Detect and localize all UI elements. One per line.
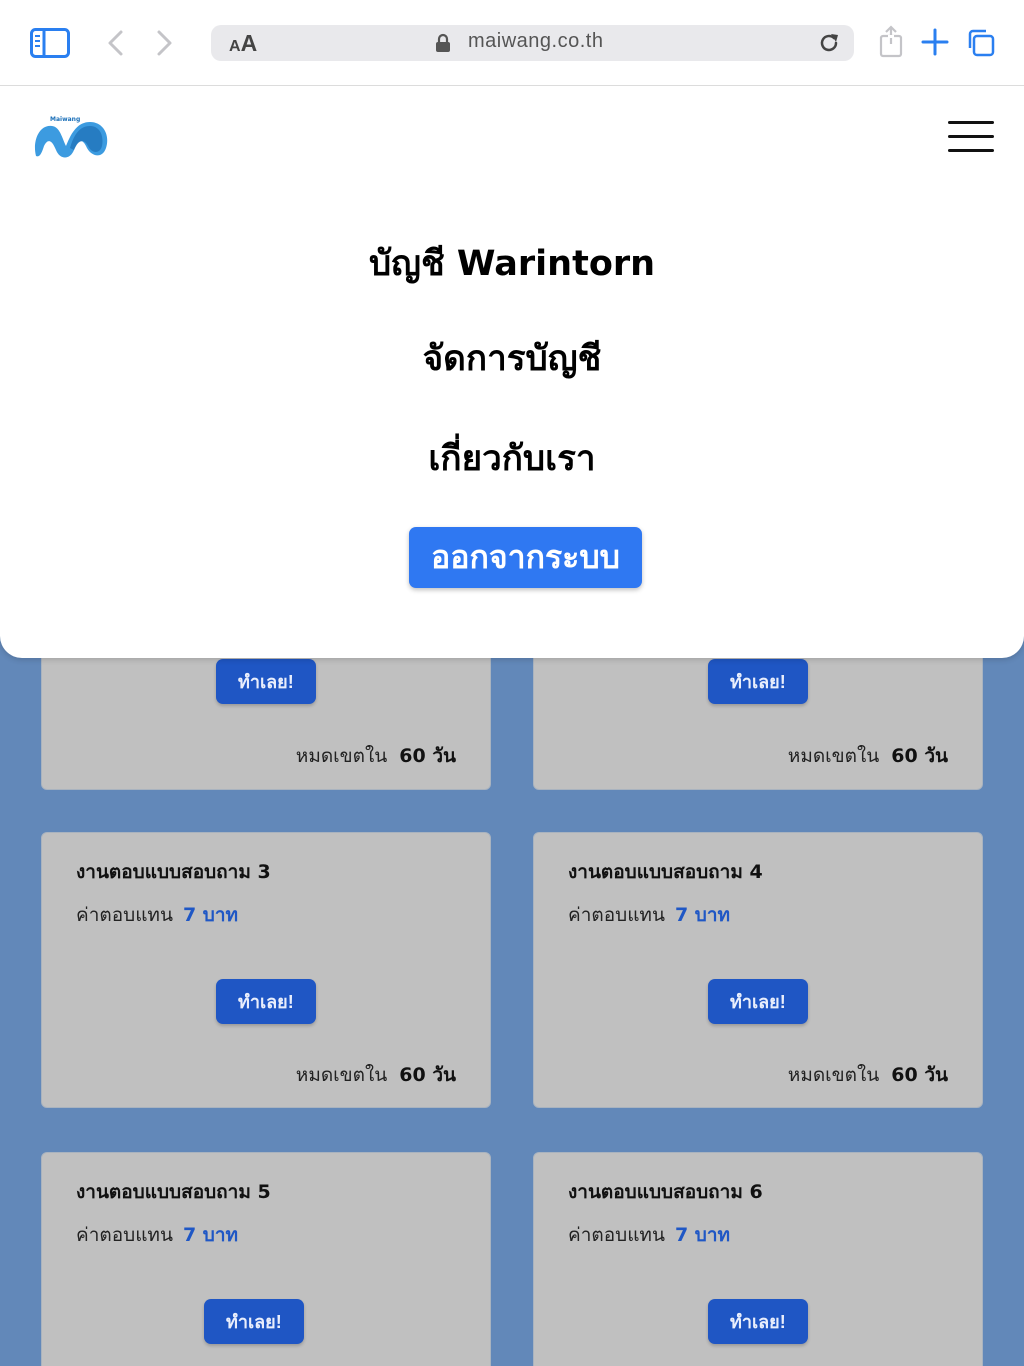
card-title: งานตอบแบบสอบถาม 3 bbox=[76, 861, 271, 883]
survey-card: งานตอบแบบสอบถาม 6 ค่าตอบแทน 7 บาท ทำเลย! bbox=[533, 1152, 983, 1366]
forward-icon[interactable] bbox=[152, 26, 176, 60]
expire-text: หมดเขตใน 60 วัน bbox=[295, 1064, 456, 1086]
do-now-button[interactable]: ทำเลย! bbox=[216, 659, 316, 704]
address-bar[interactable]: AA maiwang.co.th bbox=[211, 25, 854, 61]
expire-text: หมดเขตใน 60 วัน bbox=[787, 745, 948, 767]
card-title: งานตอบแบบสอบถาม 5 bbox=[76, 1181, 271, 1203]
share-icon[interactable] bbox=[877, 24, 905, 60]
reward-text: ค่าตอบแทน 7 บาท bbox=[76, 904, 239, 926]
new-tab-icon[interactable] bbox=[920, 26, 950, 58]
survey-card: งานตอบแบบสอบถาม 5 ค่าตอบแทน 7 บาท ทำเลย! bbox=[41, 1152, 491, 1366]
sidebar-toggle-icon[interactable] bbox=[30, 28, 70, 58]
menu-item-about-us[interactable]: เกี่ยวกับเรา bbox=[0, 431, 1024, 486]
do-now-button[interactable]: ทำเลย! bbox=[708, 979, 808, 1024]
menu-item-manage-account[interactable]: จัดการบัญชี bbox=[0, 331, 1024, 386]
card-title: งานตอบแบบสอบถาม 6 bbox=[568, 1181, 763, 1203]
survey-card: งานตอบแบบสอบถาม 4 ค่าตอบแทน 7 บาท ทำเลย! … bbox=[533, 832, 983, 1108]
nav-menu-panel: Maiwang บัญชี Warintorn จัดการบัญชี เกี่… bbox=[0, 86, 1024, 658]
url-text: maiwang.co.th bbox=[468, 30, 604, 52]
do-now-button[interactable]: ทำเลย! bbox=[216, 979, 316, 1024]
hamburger-menu-icon[interactable] bbox=[948, 121, 996, 155]
menu-item-account[interactable]: บัญชี Warintorn bbox=[0, 236, 1024, 291]
tab-overview-icon[interactable] bbox=[966, 28, 996, 58]
survey-card: งานตอบแบบสอบถาม 3 ค่าตอบแทน 7 บาท ทำเลย! … bbox=[41, 832, 491, 1108]
do-now-button[interactable]: ทำเลย! bbox=[708, 1299, 808, 1344]
card-title: งานตอบแบบสอบถาม 4 bbox=[568, 861, 763, 883]
expire-text: หมดเขตใน 60 วัน bbox=[787, 1064, 948, 1086]
expire-text: หมดเขตใน 60 วัน bbox=[295, 745, 456, 767]
browser-toolbar: AA maiwang.co.th bbox=[0, 0, 1024, 86]
logout-button[interactable]: ออกจากระบบ bbox=[409, 527, 642, 588]
reload-icon[interactable] bbox=[817, 31, 841, 55]
reader-text-size-button[interactable]: AA bbox=[229, 30, 257, 57]
reward-text: ค่าตอบแทน 7 บาท bbox=[568, 1224, 731, 1246]
maiwang-logo[interactable]: Maiwang bbox=[30, 116, 112, 162]
back-icon[interactable] bbox=[104, 26, 128, 60]
logo-text: Maiwang bbox=[50, 116, 81, 123]
reward-text: ค่าตอบแทน 7 บาท bbox=[568, 904, 731, 926]
do-now-button[interactable]: ทำเลย! bbox=[708, 659, 808, 704]
do-now-button[interactable]: ทำเลย! bbox=[204, 1299, 304, 1344]
lock-icon bbox=[435, 33, 451, 53]
reward-text: ค่าตอบแทน 7 บาท bbox=[76, 1224, 239, 1246]
